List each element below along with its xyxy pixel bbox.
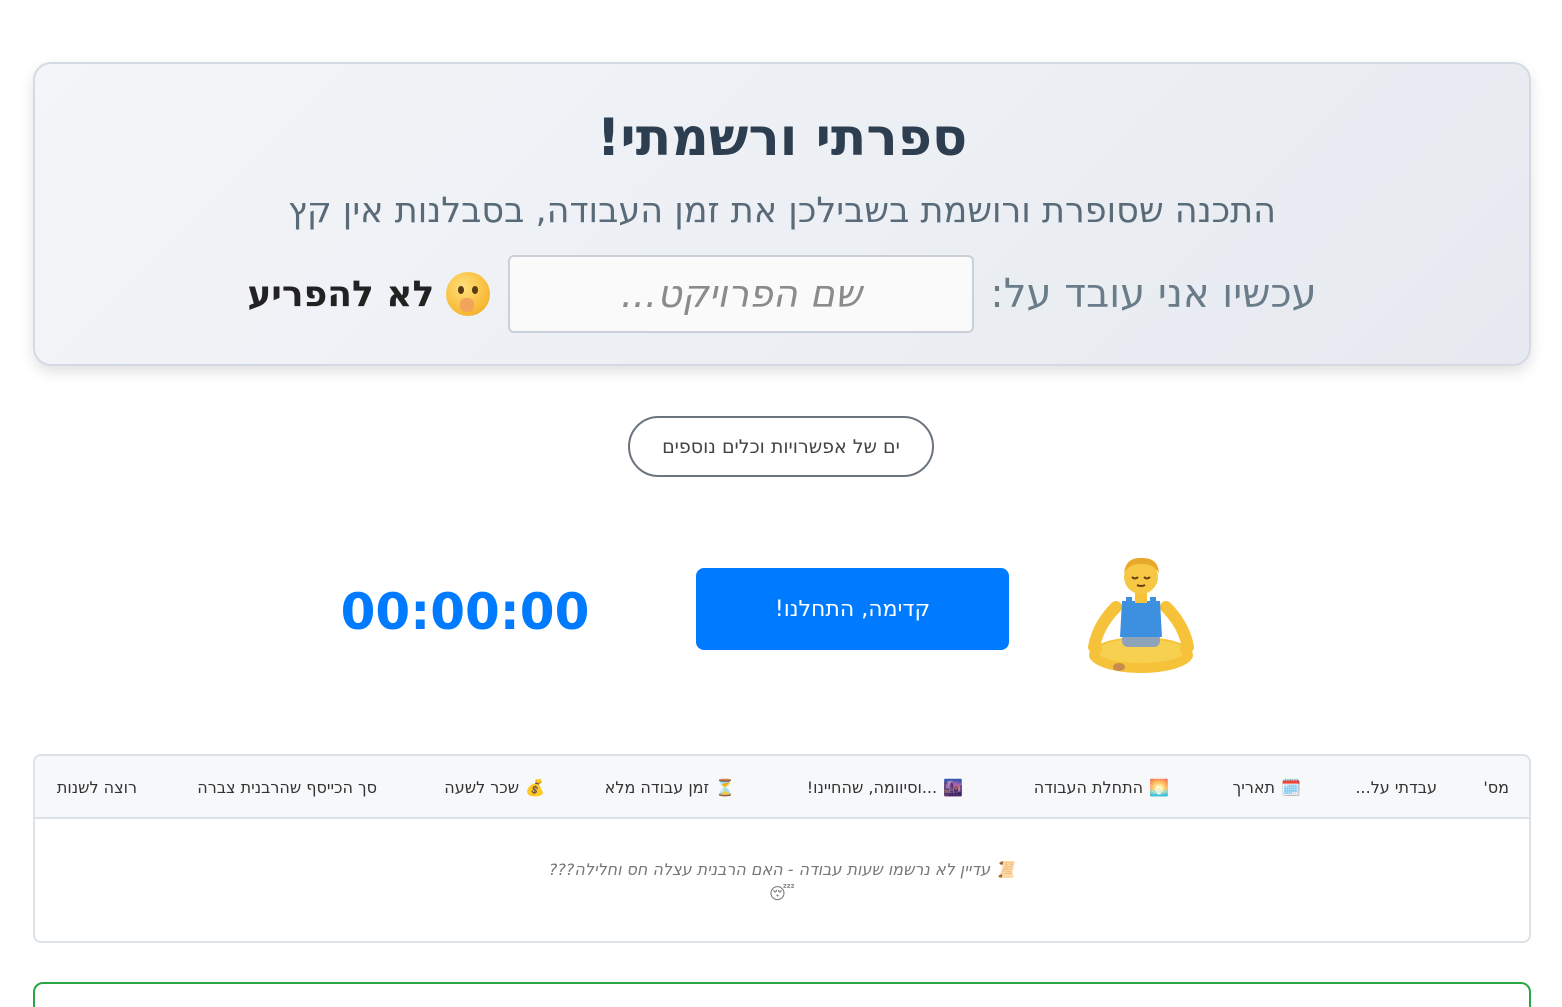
page-subtitle: התכנה שסופרת ורושמת בשבילכן את זמן העבוד… — [287, 191, 1277, 231]
sleeping-face-icon: 😴 — [769, 884, 795, 903]
table-header: מס' עבדתי על... 🗓️ תאריך 🌅 התחלת העבודה … — [35, 756, 1529, 819]
start-timer-button[interactable]: קדימה, התחלנו! — [696, 568, 1009, 650]
work-log-table: מס' עבדתי על... 🗓️ תאריך 🌅 התחלת העבודה … — [33, 754, 1531, 943]
shushing-face-icon — [446, 272, 491, 316]
hero-card: ספרתי ורשמתי! התכנה שסופרת ורושמת בשבילכ… — [33, 62, 1531, 366]
column-project: עבדתי על... — [1355, 756, 1437, 819]
column-edit: רוצה לשנות — [57, 756, 137, 819]
hourglass-icon: ⏳ — [715, 778, 735, 797]
timer-display: 00:00:00 — [340, 583, 590, 641]
calendar-icon: 🗓️ — [1281, 778, 1301, 797]
column-edit-label: רוצה לשנות — [56, 778, 137, 797]
sunset-icon: 🌆 — [943, 778, 963, 797]
column-duration-label: זמן עבודה מלא — [604, 778, 710, 797]
person-meditating-icon — [1086, 555, 1196, 677]
summary-card — [33, 982, 1531, 1007]
empty-table-message: 📜 עדיין לא נרשמו שעות עבודה - האם הרבנית… — [35, 858, 1529, 906]
scroll-icon: 📜 — [995, 860, 1016, 879]
column-project-label: עבדתי על... — [1355, 778, 1437, 797]
column-end-label: ...וסיוומה, שהחיינו! — [806, 778, 938, 797]
column-number: מס' — [1483, 756, 1509, 819]
column-date-label: תאריך — [1232, 778, 1276, 797]
column-date: 🗓️ תאריך — [1233, 756, 1301, 819]
page-title: ספרתי ורשמתי! — [596, 108, 968, 168]
column-start: 🌅 התחלת העבודה — [1034, 756, 1169, 819]
column-hourly-rate-label: שכר לשעה — [444, 778, 520, 797]
column-number-label: מס' — [1483, 778, 1509, 797]
project-label: עכשיו אני עובד על: — [990, 271, 1317, 317]
column-start-label: התחלת העבודה — [1033, 778, 1144, 797]
do-not-disturb-label: לא להפריע — [247, 273, 435, 315]
app-page: ספרתי ורשמתי! התכנה שסופרת ורושמת בשבילכ… — [0, 0, 1562, 1007]
column-total-label: סך הכייסף שהרבנית צברה — [197, 778, 377, 797]
empty-table-text: עדיין לא נרשמו שעות עבודה - האם הרבנית ע… — [548, 860, 991, 879]
money-bag-icon: 💰 — [525, 778, 545, 797]
sunrise-icon: 🌅 — [1149, 778, 1169, 797]
project-row: עכשיו אני עובד על: לא להפריע — [35, 254, 1529, 334]
column-hourly-rate: 💰 שכר לשעה — [444, 756, 545, 819]
do-not-disturb-toggle[interactable]: לא להפריע — [247, 272, 491, 316]
column-end: 🌆 ...וסיוומה, שהחיינו! — [807, 756, 963, 819]
project-name-input[interactable] — [508, 255, 975, 333]
more-options-button[interactable]: ים של אפשרויות וכלים נוספים — [628, 416, 934, 477]
column-duration: ⏳ זמן עבודה מלא — [605, 756, 735, 819]
column-total: סך הכייסף שהרבנית צברה — [197, 756, 377, 819]
